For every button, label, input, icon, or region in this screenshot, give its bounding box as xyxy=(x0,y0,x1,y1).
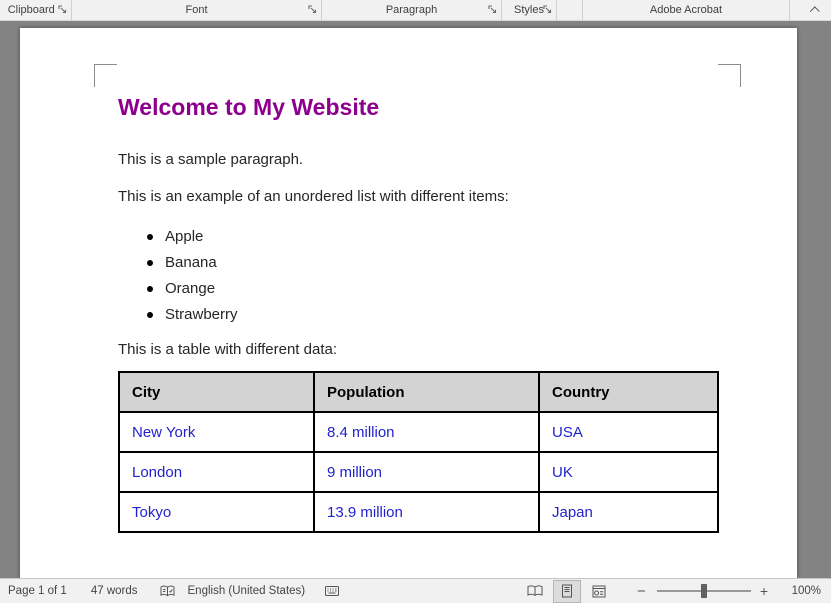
ribbon-group-adobe-acrobat: Adobe Acrobat xyxy=(583,0,790,20)
ribbon-group-label: Clipboard xyxy=(8,4,55,16)
proofing-book-icon xyxy=(160,585,175,598)
table-row: Tokyo 13.9 million Japan xyxy=(119,492,718,532)
ribbon-group-label: Adobe Acrobat xyxy=(650,4,722,16)
table-row: London 9 million UK xyxy=(119,452,718,492)
word-count[interactable]: 47 words xyxy=(91,585,138,597)
chevron-up-icon xyxy=(809,6,819,16)
print-layout-button[interactable] xyxy=(554,581,580,602)
paragraph-list-intro[interactable]: This is an example of an unordered list … xyxy=(118,187,761,207)
table-header-cell[interactable]: Population xyxy=(314,372,539,412)
read-mode-button[interactable] xyxy=(522,581,548,602)
bullet-list: Apple Banana Orange Strawberry xyxy=(118,224,761,328)
ribbon-group-label: Styles xyxy=(514,4,544,16)
table-header-cell[interactable]: City xyxy=(119,372,314,412)
print-layout-icon xyxy=(561,584,573,598)
page-indicator[interactable]: Page 1 of 1 xyxy=(8,585,67,597)
read-mode-icon xyxy=(527,585,543,597)
table-cell[interactable]: Japan xyxy=(539,492,718,532)
ribbon-group-clipboard: Clipboard xyxy=(0,0,72,20)
list-item[interactable]: Banana xyxy=(165,250,761,276)
zoom-slider[interactable] xyxy=(657,584,751,598)
zoom-in-button[interactable]: + xyxy=(757,583,771,599)
table-cell[interactable]: UK xyxy=(539,452,718,492)
table-cell[interactable]: New York xyxy=(119,412,314,452)
table-cell[interactable]: 9 million xyxy=(314,452,539,492)
table-cell[interactable]: USA xyxy=(539,412,718,452)
document-content: Welcome to My Website This is a sample p… xyxy=(20,28,797,533)
collapse-ribbon-button[interactable] xyxy=(808,3,822,17)
list-item[interactable]: Apple xyxy=(165,224,761,250)
ribbon-group-spacer xyxy=(557,0,583,20)
ribbon-group-label: Font xyxy=(185,4,207,16)
zoom-slider-handle[interactable] xyxy=(701,584,707,598)
dialog-launcher-icon[interactable] xyxy=(488,5,498,15)
list-item[interactable]: Orange xyxy=(165,276,761,302)
document-page[interactable]: Welcome to My Website This is a sample p… xyxy=(20,28,797,578)
dialog-launcher-icon[interactable] xyxy=(543,5,553,15)
paragraph-table-intro[interactable]: This is a table with different data: xyxy=(118,340,761,360)
crop-mark-top-left xyxy=(94,64,117,87)
table-row: New York 8.4 million USA xyxy=(119,412,718,452)
table-cell[interactable]: 8.4 million xyxy=(314,412,539,452)
table-cell[interactable]: London xyxy=(119,452,314,492)
keyboard-status-button[interactable] xyxy=(325,586,339,596)
ribbon-group-paragraph: Paragraph xyxy=(322,0,502,20)
list-item[interactable]: Strawberry xyxy=(165,302,761,328)
table-cell[interactable]: Tokyo xyxy=(119,492,314,532)
zoom-percentage[interactable]: 100% xyxy=(785,585,821,597)
document-heading[interactable]: Welcome to My Website xyxy=(118,92,761,122)
ribbon-group-label: Paragraph xyxy=(386,4,437,16)
table-cell[interactable]: 13.9 million xyxy=(314,492,539,532)
ribbon-group-font: Font xyxy=(72,0,322,20)
dialog-launcher-icon[interactable] xyxy=(308,5,318,15)
web-layout-icon xyxy=(592,585,606,598)
word-window: Clipboard Font Paragraph Styles Adobe A xyxy=(0,0,831,603)
web-layout-button[interactable] xyxy=(586,581,612,602)
dialog-launcher-icon[interactable] xyxy=(58,5,68,15)
data-table: City Population Country New York 8.4 mil… xyxy=(118,371,719,533)
ribbon-end xyxy=(790,0,831,20)
ribbon-strip: Clipboard Font Paragraph Styles Adobe A xyxy=(0,0,831,21)
crop-mark-top-right xyxy=(718,64,741,87)
zoom-out-button[interactable]: − xyxy=(634,583,649,600)
keyboard-icon xyxy=(325,586,339,596)
table-header-cell[interactable]: Country xyxy=(539,372,718,412)
proofing-status-button[interactable] xyxy=(160,585,175,598)
language-indicator[interactable]: English (United States) xyxy=(188,585,306,597)
status-bar-right: − + 100% xyxy=(516,581,831,602)
ribbon-group-styles: Styles xyxy=(502,0,557,20)
status-bar: Page 1 of 1 47 words English (United Sta… xyxy=(0,578,831,603)
table-header-row: City Population Country xyxy=(119,372,718,412)
paragraph-sample[interactable]: This is a sample paragraph. xyxy=(118,150,761,170)
